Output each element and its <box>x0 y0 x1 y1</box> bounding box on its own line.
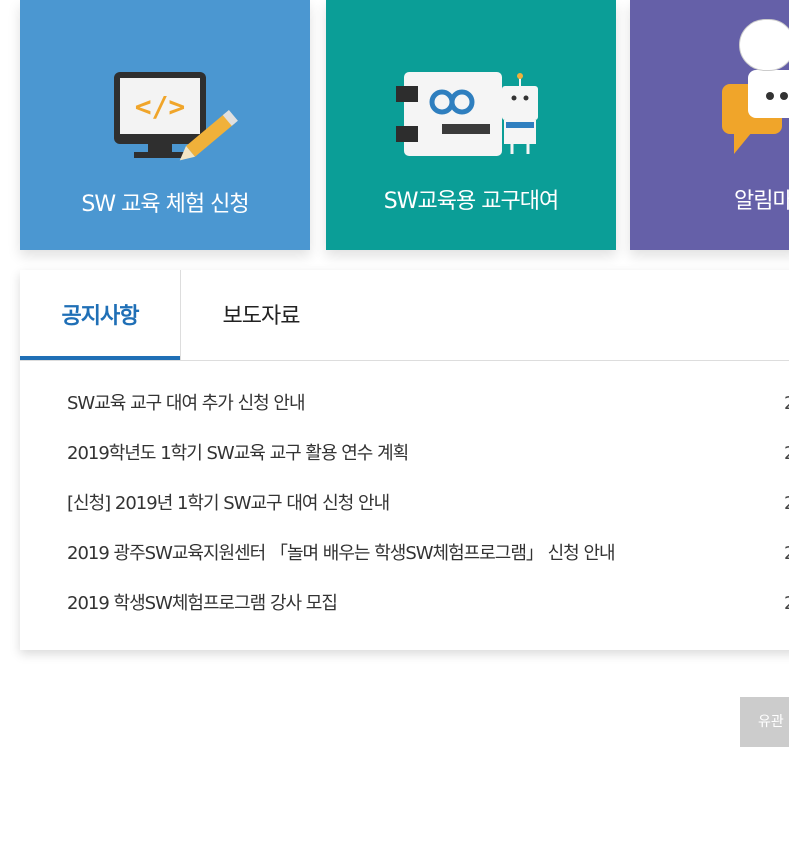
monitor-code-pencil-icon: </> <box>20 60 310 170</box>
tile-label: SW교육용 교구대여 <box>383 189 559 214</box>
related-sites-button[interactable]: 유관 <box>740 697 789 747</box>
notice-list: SW교육 교구 대여 추가 신청 안내 2 2019학년도 1학기 SW교육 교… <box>67 390 789 640</box>
speech-bubble-icon <box>630 60 789 170</box>
list-item: 2019 학생SW체험프로그램 강사 모집 2 <box>67 590 789 640</box>
tab-bar: 공지사항 보도자료 <box>20 270 789 361</box>
notice-panel: 공지사항 보도자료 SW교육 교구 대여 추가 신청 안내 2 2019학년도 … <box>20 270 789 650</box>
tab-press[interactable]: 보도자료 <box>180 270 341 360</box>
arduino-robot-icon <box>326 60 616 170</box>
notice-title[interactable]: [신청] 2019년 1학기 SW교구 대여 신청 안내 <box>67 490 390 518</box>
notice-date: 2 <box>784 440 789 468</box>
notice-title[interactable]: 2019학년도 1학기 SW교육 교구 활용 연수 계획 <box>67 440 409 468</box>
notice-title[interactable]: SW교육 교구 대여 추가 신청 안내 <box>67 390 306 418</box>
notice-date: 2 <box>784 390 789 418</box>
tab-notice[interactable]: 공지사항 <box>20 270 180 360</box>
list-item: SW교육 교구 대여 추가 신청 안내 2 <box>67 390 789 440</box>
tile-label: SW 교육 체험 신청 <box>81 192 249 217</box>
notice-title[interactable]: 2019 광주SW교육지원센터 「놀며 배우는 학생SW체험프로그램」 신청 안… <box>67 540 616 568</box>
svg-text:</>: </> <box>135 90 186 123</box>
notice-date: 2 <box>784 590 789 618</box>
list-item: 2019 광주SW교육지원센터 「놀며 배우는 학생SW체험프로그램」 신청 안… <box>67 540 789 590</box>
tile-label: 알림마 <box>734 189 789 214</box>
list-item: 2019학년도 1학기 SW교육 교구 활용 연수 계획 2 <box>67 440 789 490</box>
tile-sw-experience[interactable]: </> SW 교육 체험 신청 <box>20 0 310 250</box>
notice-title[interactable]: 2019 학생SW체험프로그램 강사 모집 <box>67 590 338 618</box>
list-item: [신청] 2019년 1학기 SW교구 대여 신청 안내 2 <box>67 490 789 540</box>
more-button[interactable] <box>739 19 789 71</box>
tile-equipment-rental[interactable]: SW교육용 교구대여 <box>326 0 616 250</box>
notice-date: 2 <box>784 490 789 518</box>
notice-date: 2 <box>784 540 789 568</box>
